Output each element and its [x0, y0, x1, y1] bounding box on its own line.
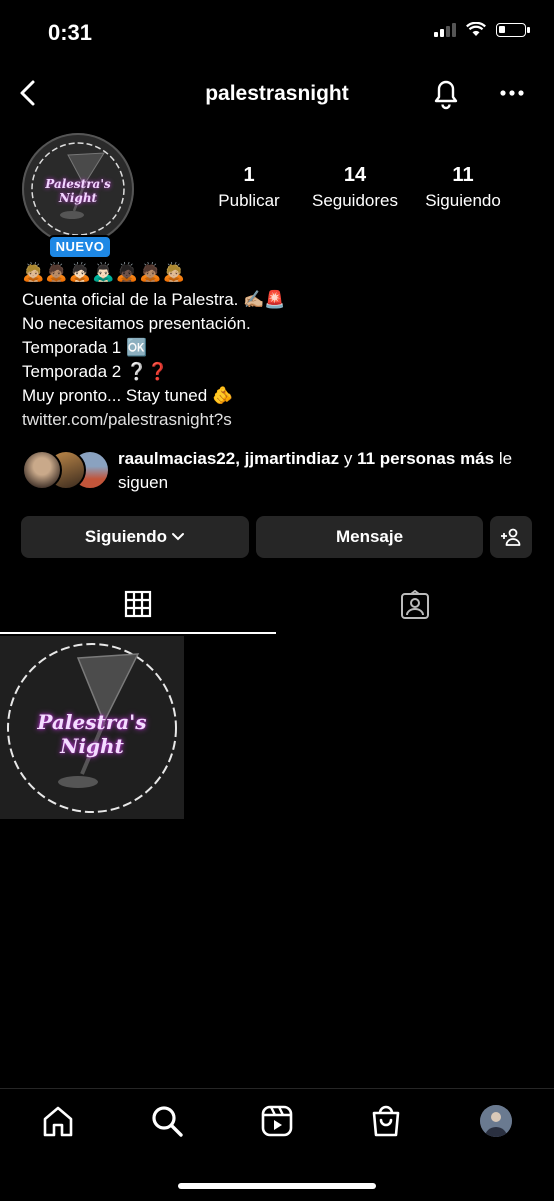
grid-icon[interactable]	[124, 590, 152, 618]
signal-icon	[434, 22, 456, 37]
followed-by-names: raaulmacias22, jjmartindiaz	[118, 449, 340, 468]
bio-line: Muy pronto... Stay tuned 🫵	[22, 386, 234, 405]
stat-posts-count: 1	[243, 164, 255, 186]
tagged-photos-icon[interactable]	[400, 590, 430, 620]
chevron-down-icon	[172, 533, 185, 541]
followed-by-others: 11 personas más	[357, 449, 495, 468]
add-person-icon	[501, 528, 521, 546]
followed-by-text[interactable]: raaulmacias22, jjmartindiaz y 11 persona…	[118, 447, 518, 495]
bio-line: No necesitamos presentación.	[22, 314, 251, 333]
notification-bell-icon[interactable]	[430, 76, 462, 110]
stat-posts-label: Publicar	[218, 191, 280, 210]
follower-avatar[interactable]	[22, 450, 62, 490]
stat-followers-label: Seguidores	[311, 191, 398, 210]
bio-line: Temporada 2 ❔❓	[22, 362, 169, 381]
reels-icon[interactable]	[260, 1104, 294, 1138]
suggest-users-button[interactable]	[490, 516, 532, 558]
profile-username: palestrasnight	[205, 82, 349, 105]
search-icon[interactable]	[150, 1104, 184, 1138]
stat-following[interactable]: 11 Siguiendo	[408, 164, 518, 211]
post-logo-text: Palestra's Night	[37, 710, 147, 758]
status-icons	[434, 22, 530, 37]
bio-line: Cuenta oficial de la Palestra. ✍🏼🚨	[22, 290, 286, 309]
following-button[interactable]: Siguiendo	[21, 516, 249, 558]
followed-by-connector: y	[339, 449, 358, 468]
home-icon[interactable]	[41, 1104, 75, 1138]
bio-emoji-row: 🙇🏼🙇🏽🙇🏻🙇🏻‍♂️🙇🏿🙇🏽🙇🏼	[22, 262, 186, 282]
post-thumbnail[interactable]: Palestra's Night	[0, 636, 184, 819]
stat-following-label: Siguiendo	[425, 191, 501, 210]
bio: Cuenta oficial de la Palestra. ✍🏼🚨 No ne…	[22, 288, 285, 432]
user-photo-icon	[480, 1105, 512, 1137]
profile-avatar[interactable]: Palestra's Night	[22, 133, 134, 245]
home-indicator	[178, 1183, 376, 1189]
status-time: 0:31	[48, 20, 93, 45]
new-badge: NUEVO	[48, 235, 112, 259]
stat-posts[interactable]: 1 Publicar	[194, 164, 304, 211]
following-button-label: Siguiendo	[84, 527, 168, 546]
stat-following-count: 11	[452, 164, 474, 186]
profile-tab-avatar[interactable]	[480, 1105, 512, 1137]
avatar-logo-text: Palestra's Night	[45, 177, 111, 205]
more-options-icon[interactable]	[499, 86, 525, 100]
shop-icon[interactable]	[369, 1104, 403, 1138]
bio-line: Temporada 1 🆗	[22, 338, 148, 357]
stat-followers-count: 14	[343, 164, 367, 186]
wifi-icon	[466, 22, 486, 36]
bio-link[interactable]: twitter.com/palestrasnight?s	[22, 408, 285, 432]
message-button-label: Mensaje	[335, 527, 404, 546]
battery-icon	[496, 22, 530, 37]
message-button[interactable]: Mensaje	[256, 516, 483, 558]
active-tab-indicator	[0, 632, 276, 634]
stat-followers[interactable]: 14 Seguidores	[300, 164, 410, 211]
